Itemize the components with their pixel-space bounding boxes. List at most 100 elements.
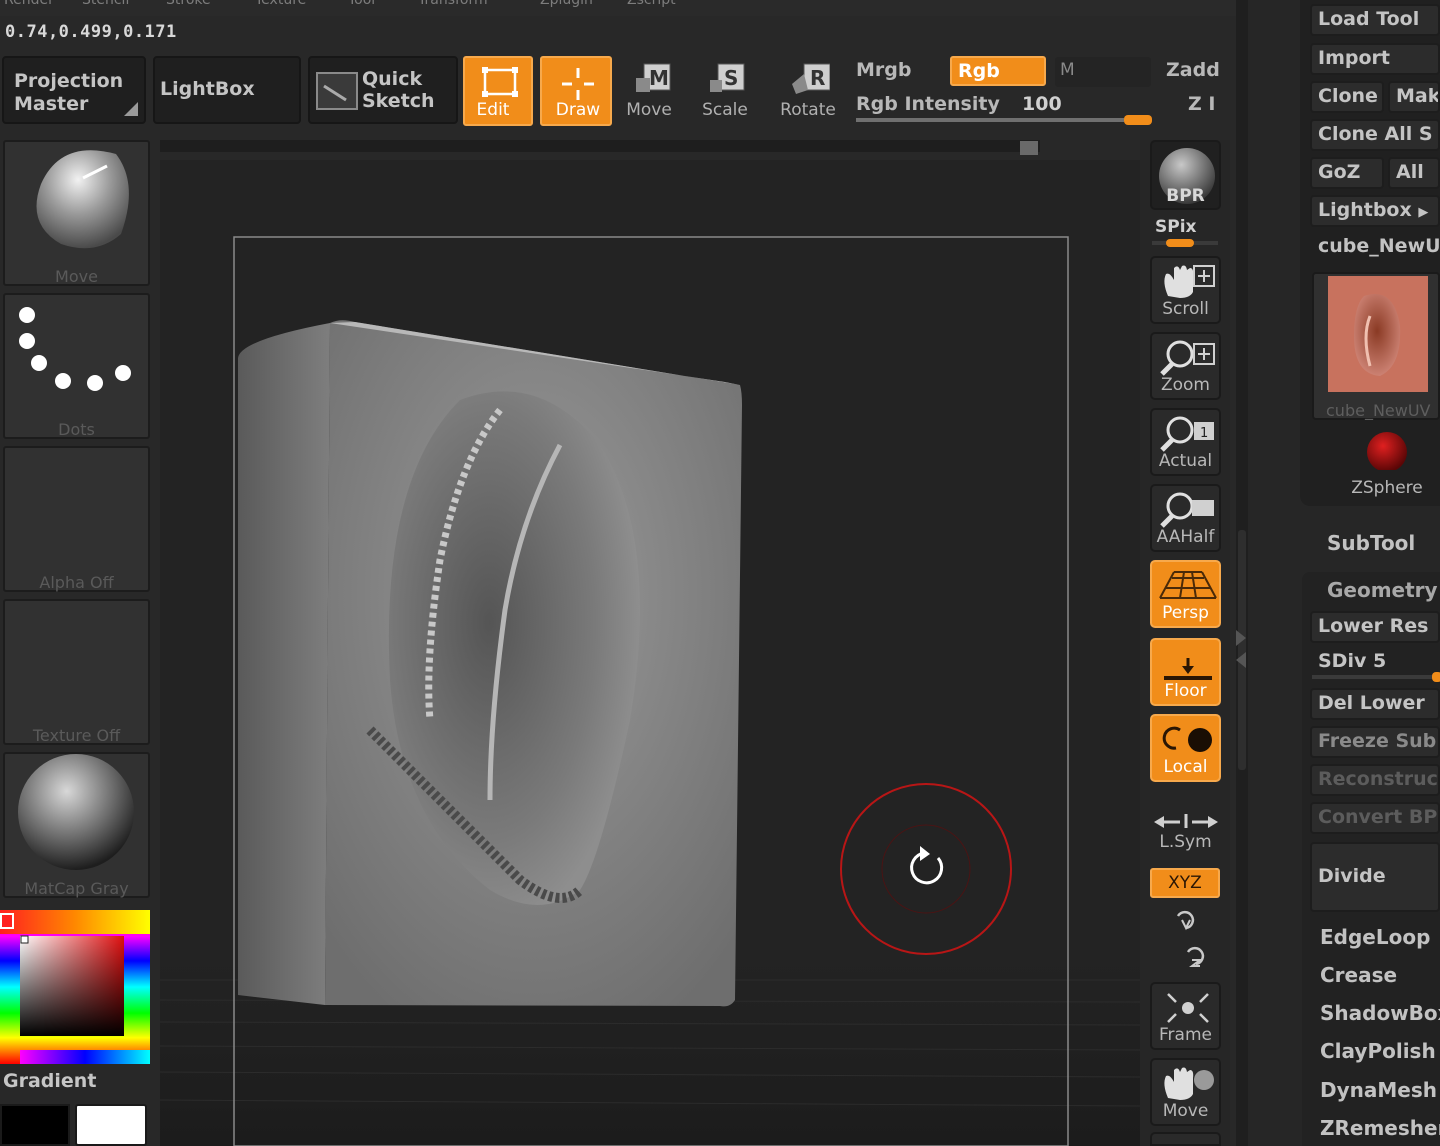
menu-zplugin[interactable]: Zplugin: [540, 0, 593, 8]
menu-zscript[interactable]: Zscript: [627, 0, 676, 8]
next-shelf-button[interactable]: [1150, 1132, 1221, 1146]
subtool-header[interactable]: SubTool: [1327, 531, 1415, 555]
matcap-sphere-icon: [18, 754, 134, 870]
tool-thumbnail[interactable]: cube_NewUV: [1312, 272, 1440, 420]
dynamesh-header[interactable]: DynaMesh: [1320, 1078, 1437, 1102]
alpha-slot[interactable]: Alpha Off: [3, 446, 150, 592]
scroll-label: Scroll: [1162, 299, 1209, 319]
stroke-slot[interactable]: Dots: [3, 293, 150, 439]
zsphere-icon: [1367, 432, 1407, 472]
sdiv-slider-knob[interactable]: [1432, 672, 1440, 682]
spix-slider-knob[interactable]: [1166, 239, 1194, 247]
local-button[interactable]: Local: [1150, 714, 1221, 782]
secondary-color-swatch[interactable]: [75, 1104, 147, 1146]
frame-button[interactable]: Frame: [1150, 982, 1221, 1050]
rgb-intensity-value: 100: [1022, 93, 1062, 115]
svg-text:S: S: [724, 66, 738, 90]
lsym-button[interactable]: L.Sym: [1150, 800, 1221, 858]
color-picker[interactable]: [0, 910, 150, 1064]
stroke-caption: Dots: [58, 420, 95, 439]
zadd-button[interactable]: Zadd: [1166, 59, 1220, 81]
current-tool-name: cube_NewU: [1318, 235, 1440, 257]
zsphere-tool[interactable]: ZSphere: [1340, 430, 1434, 498]
xyz-button[interactable]: XYZ: [1150, 868, 1220, 898]
bpr-button[interactable]: BPR: [1150, 140, 1221, 210]
clone-all-button[interactable]: Clone All S: [1310, 119, 1440, 151]
alpha-caption: Alpha Off: [39, 573, 114, 592]
rgb-intensity-slider-fill: [856, 118, 1124, 122]
persp-button[interactable]: Persp: [1150, 560, 1221, 628]
canvas-viewport[interactable]: [159, 160, 1141, 1146]
persp-label: Persp: [1162, 603, 1209, 623]
clone-button[interactable]: Clone: [1310, 81, 1384, 113]
lower-res-button[interactable]: Lower Res: [1310, 611, 1440, 643]
canvas-scroll-thumb[interactable]: [1020, 141, 1038, 155]
edit-button[interactable]: Edit: [463, 56, 533, 126]
rgb-intensity-slider[interactable]: [856, 115, 1152, 125]
import-button[interactable]: Import: [1310, 43, 1440, 75]
move-letter-icon: M: [636, 63, 671, 92]
main-color-swatch[interactable]: [0, 1104, 70, 1146]
rotate-y-icon[interactable]: [1170, 906, 1200, 936]
canvas-scroll-track[interactable]: [160, 140, 1040, 152]
lightbox-tools-button[interactable]: Lightbox ▶: [1310, 195, 1440, 227]
rotate-z-icon[interactable]: [1180, 942, 1210, 972]
floor-button[interactable]: Floor: [1150, 638, 1221, 706]
move-view-button[interactable]: Move: [1150, 1058, 1221, 1126]
projection-master-button[interactable]: Projection Master: [2, 56, 146, 124]
scroll-button[interactable]: Scroll: [1150, 256, 1221, 324]
rgb-intensity-slider-knob[interactable]: [1124, 115, 1152, 125]
zoom-button[interactable]: Zoom: [1150, 332, 1221, 400]
lsym-arrows-icon: [1154, 814, 1218, 828]
del-lower-button[interactable]: Del Lower: [1310, 688, 1440, 720]
freeze-subdivision-button[interactable]: Freeze Sub: [1310, 726, 1440, 758]
mrgb-button[interactable]: Mrgb: [856, 59, 911, 81]
rotate-mode-button[interactable]: R Rotate: [776, 58, 840, 124]
cursor-coordinates: 0.74,0.499,0.171: [5, 22, 177, 42]
texture-slot[interactable]: Texture Off: [3, 599, 150, 745]
spix-slider[interactable]: [1152, 239, 1218, 247]
collapse-arrows-icon[interactable]: [1234, 628, 1248, 672]
goz-button[interactable]: GoZ: [1310, 157, 1384, 189]
material-slot[interactable]: MatCap Gray: [3, 752, 150, 898]
menu-stroke[interactable]: Stroke: [166, 0, 211, 8]
menu-stencil[interactable]: Stencil: [82, 0, 129, 8]
make-polymesh-button[interactable]: Mak: [1388, 81, 1440, 113]
menu-transform[interactable]: Transform: [418, 0, 488, 8]
scale-mode-button[interactable]: S Scale: [696, 58, 754, 124]
menu-render[interactable]: Render: [4, 0, 54, 8]
aahalf-button[interactable]: AAHalf: [1150, 484, 1221, 552]
rgb-button[interactable]: Rgb: [950, 56, 1046, 86]
menu-texture[interactable]: Texture: [255, 0, 306, 8]
menu-tool[interactable]: Tool: [348, 0, 375, 8]
zremesher-header[interactable]: ZRemesher: [1320, 1116, 1440, 1140]
shadowbox-header[interactable]: ShadowBox: [1320, 1001, 1440, 1025]
edgeloop-header[interactable]: EdgeLoop: [1320, 925, 1430, 949]
brush-cursor: [840, 783, 1012, 955]
brush-caption: Move: [55, 267, 98, 286]
m-button[interactable]: M: [1055, 57, 1151, 87]
actual-button[interactable]: 1 Actual: [1150, 408, 1221, 476]
divide-button[interactable]: Divide: [1310, 842, 1440, 912]
perspective-grid-icon: [1159, 571, 1217, 599]
crease-header[interactable]: Crease: [1320, 963, 1397, 987]
claypolish-header[interactable]: ClayPolish: [1320, 1039, 1436, 1063]
spix-label: SPix: [1155, 217, 1197, 237]
brush-slot[interactable]: Move: [3, 140, 150, 286]
floor-icon: [1164, 658, 1212, 680]
corner-triangle-icon: [124, 102, 138, 116]
move-brush-icon: [36, 150, 129, 249]
convert-bpr-button[interactable]: Convert BP: [1310, 802, 1440, 834]
lightbox-button[interactable]: LightBox: [153, 56, 301, 124]
quick-sketch-button[interactable]: Quick Sketch: [308, 56, 458, 124]
load-tool-button[interactable]: Load Tool: [1310, 4, 1440, 36]
draw-button[interactable]: Draw: [540, 56, 612, 126]
geometry-header[interactable]: Geometry: [1327, 578, 1438, 602]
move-mode-button[interactable]: M Move: [620, 58, 678, 124]
all-button[interactable]: All: [1388, 157, 1440, 189]
color-wheel-icon: [0, 910, 150, 1064]
reconstruct-subdiv-button[interactable]: Reconstruc: [1310, 764, 1440, 796]
sketch-icon: [316, 72, 358, 110]
play-icon: ▶: [1418, 205, 1429, 220]
sdiv-slider[interactable]: [1312, 672, 1440, 682]
